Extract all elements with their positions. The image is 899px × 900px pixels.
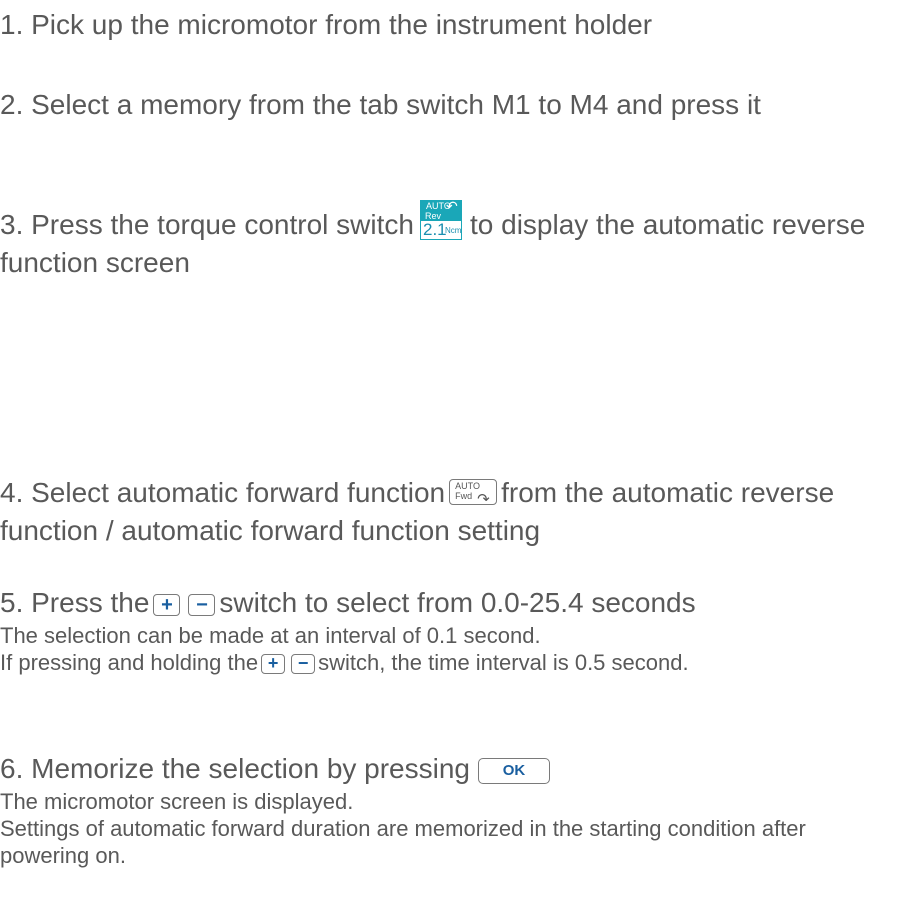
step-5-text-after: switch to select from 0.0-25.4 seconds [219, 587, 696, 618]
torque-control-switch-icon[interactable]: AUTO Rev ↶ 2.1 Ncm [419, 198, 462, 240]
step-1: 1. Pick up the micromotor from the instr… [0, 9, 653, 40]
step-3: 3. Press the torque control switch AUTO Re… [0, 198, 890, 282]
torque-icon-top: AUTO Rev ↶ [419, 198, 462, 221]
step-6: 6. Memorize the selection by pressing OK … [0, 750, 890, 869]
plus-key-icon[interactable]: + [153, 593, 181, 616]
step-5-note-2-after: switch, the time interval is 0.5 second. [318, 650, 689, 675]
step-5: 5. Press the + − switch to select from 0.0-… [0, 584, 890, 676]
step-2: 2. Select a memory from the tab switch M… [0, 89, 761, 120]
forward-arrow-icon: ↷ [477, 491, 490, 508]
step-4: 4. Select automatic forward function AUTO… [0, 474, 890, 550]
fwd-icon-fwd: Fwd [455, 491, 473, 501]
step-5-note-2: If pressing and holding the + − switch, the… [0, 649, 890, 676]
step-6-text-before: 6. Memorize the selection by pressing [0, 753, 470, 784]
instruction-page: 1. Pick up the micromotor from the instr… [0, 0, 899, 900]
plus-key-icon[interactable]: + [261, 654, 286, 675]
step-6-note-1: The micromotor screen is displayed. [0, 789, 354, 814]
step-6-note-2: Settings of automatic forward duration a… [0, 816, 806, 868]
step-5-note-2-before: If pressing and holding the [0, 650, 259, 675]
step-3-text-before: 3. Press the torque control switch [0, 209, 414, 240]
reverse-arrow-icon: ↶ [445, 198, 458, 214]
torque-icon-value: 2.1 [422, 220, 447, 239]
step-5-text-before: 5. Press the [0, 587, 150, 618]
minus-key-icon[interactable]: − [188, 593, 216, 616]
minus-key-icon[interactable]: − [291, 654, 316, 675]
step-4-text-before: 4. Select automatic forward function [0, 477, 446, 508]
torque-icon-bottom: 2.1 Ncm [419, 220, 462, 240]
torque-icon-unit: Ncm [444, 226, 462, 235]
step-5-note-1: The selection can be made at an interval… [0, 623, 541, 648]
ok-button-icon[interactable]: OK [478, 757, 550, 784]
auto-forward-icon[interactable]: AUTO Fwd ↷ [449, 479, 498, 508]
